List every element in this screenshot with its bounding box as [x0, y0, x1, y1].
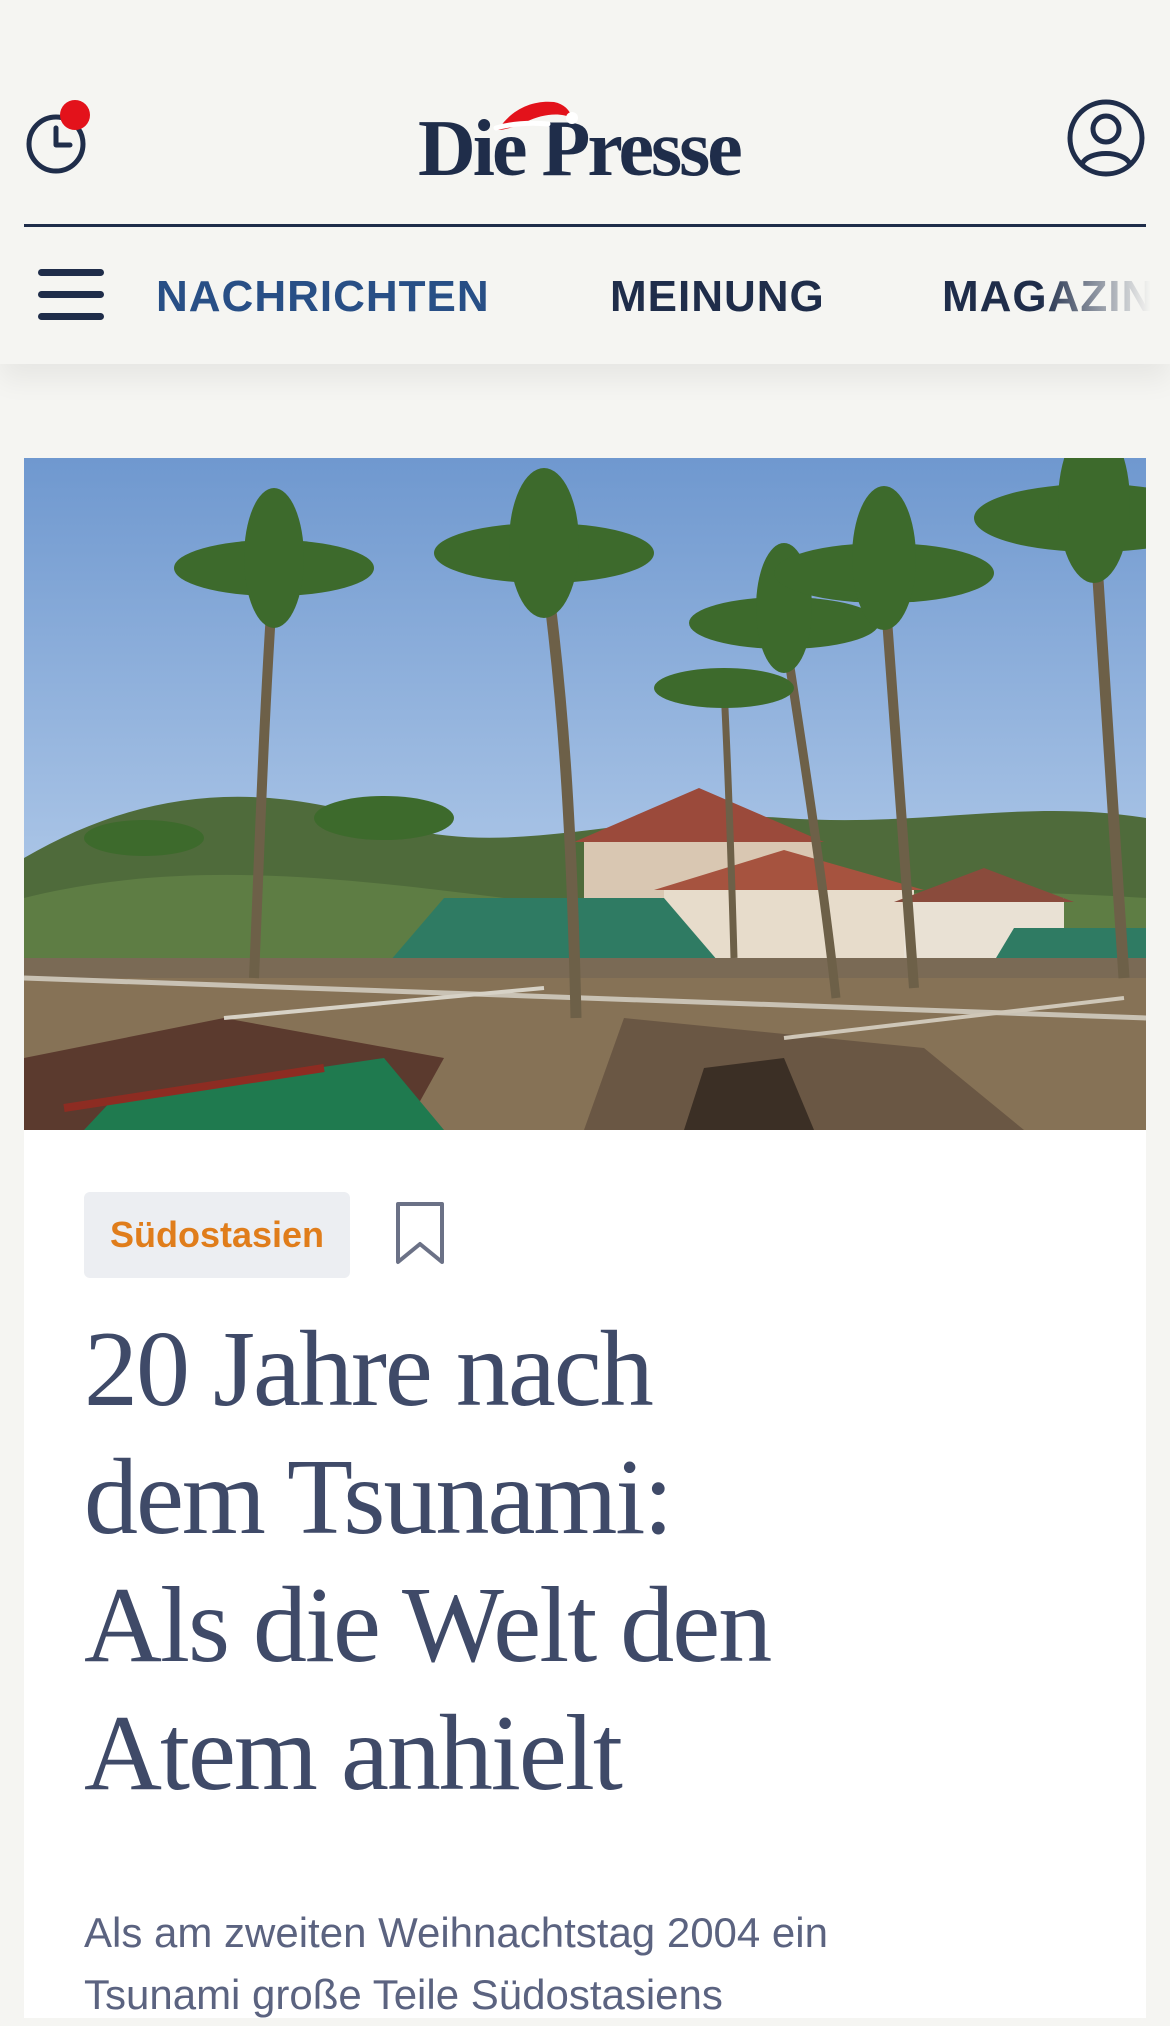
tsunami-photo-illustration: [24, 458, 1146, 1130]
headline-line: dem Tsunami:: [84, 1438, 673, 1557]
headline-line: 20 Jahre nach: [84, 1310, 654, 1429]
header-divider: [24, 224, 1146, 227]
bookmark-button[interactable]: [394, 1200, 446, 1268]
main-navigation: NACHRICHTEN MEINUNG MAGAZIN: [0, 232, 1170, 362]
nav-item-meinung[interactable]: MEINUNG: [610, 272, 825, 322]
section-tag[interactable]: Südostasien: [84, 1192, 351, 1278]
hero-image[interactable]: [24, 458, 1146, 1130]
santa-hat-icon: [493, 101, 578, 131]
user-account-icon: [1067, 99, 1145, 177]
site-logo[interactable]: Die Presse: [418, 101, 758, 194]
hamburger-menu-icon: [38, 267, 106, 327]
lead-line: Tsunami große Teile Südostasiens: [84, 1971, 723, 2018]
site-header: Die Presse NACHRICHTEN MEINUNG: [0, 0, 1170, 364]
notification-dot-icon: [60, 100, 90, 130]
article-card: Südostasien 20 Jahre nach dem Tsunami: A…: [24, 458, 1146, 2018]
headline-line: Als die Welt den: [84, 1566, 772, 1685]
headline-line: Atem anhielt: [84, 1694, 623, 1813]
header-top-bar: Die Presse: [0, 60, 1170, 220]
bookmark-icon: [396, 1202, 444, 1264]
lead-line: Als am zweiten Weihnachtstag 2004 ein: [84, 1909, 828, 1956]
nav-item-nachrichten[interactable]: NACHRICHTEN: [156, 272, 490, 322]
article-headline: 20 Jahre nach dem Tsunami: Als die Welt …: [84, 1306, 984, 1818]
article-lead: Als am zweiten Weihnachtstag 2004 ein Ts…: [84, 1902, 1084, 2026]
history-button[interactable]: [26, 100, 98, 176]
account-button[interactable]: [1066, 98, 1146, 178]
menu-button[interactable]: [38, 267, 106, 327]
nav-scroll-fade: [1040, 232, 1170, 362]
